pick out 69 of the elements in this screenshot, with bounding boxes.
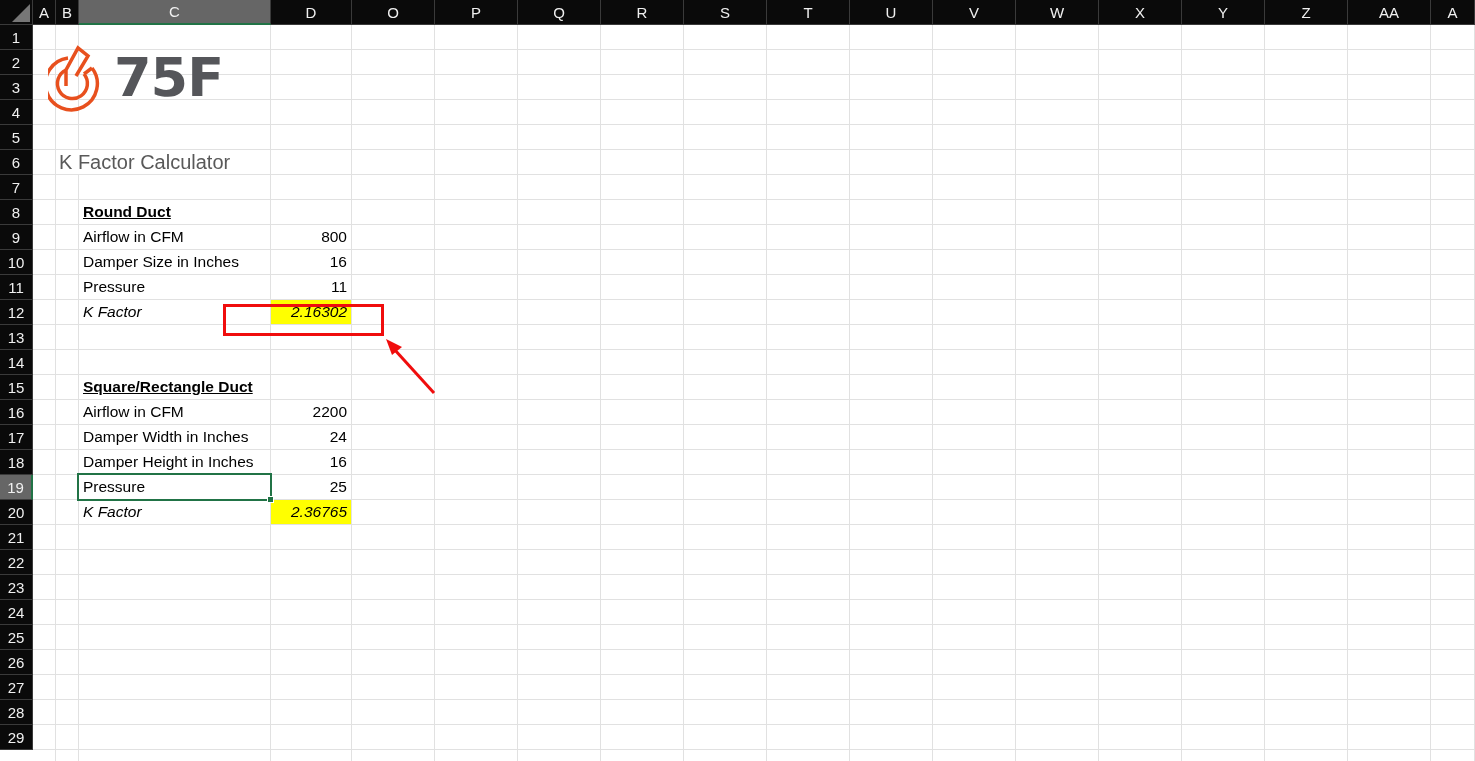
field-value: 16 [328,252,348,272]
row-header[interactable]: 20 [0,500,33,525]
row-header[interactable]: 5 [0,125,33,150]
callout-arrow [384,337,438,395]
column-header[interactable]: O [352,0,435,25]
column-header[interactable]: A [33,0,56,25]
column-header[interactable]: A [1431,0,1475,25]
field-label: K Factor [82,302,143,322]
field-label: Pressure [82,277,147,297]
row-header[interactable]: 6 [0,150,33,175]
row-header[interactable]: 23 [0,575,33,600]
column-header[interactable]: Y [1182,0,1265,25]
row-header[interactable]: 11 [0,275,33,300]
row-header[interactable]: 24 [0,600,33,625]
logo: 75F [48,40,224,116]
row-header[interactable]: 19 [0,475,33,500]
row-header[interactable]: 22 [0,550,33,575]
field-label: K Factor [82,502,143,522]
column-header[interactable]: B [56,0,79,25]
column-header[interactable]: T [767,0,850,25]
column-header[interactable]: U [850,0,933,25]
row-header[interactable]: 15 [0,375,33,400]
section-heading: Square/Rectangle Duct [82,377,254,397]
row-header[interactable]: 18 [0,450,33,475]
column-header[interactable]: C [79,0,271,25]
column-header[interactable]: X [1099,0,1182,25]
highlighted-value-cell: 2.36765 [271,500,351,524]
row-header[interactable]: 21 [0,525,33,550]
field-value: 800 [320,227,348,247]
select-all-corner[interactable] [0,0,33,25]
row-header[interactable]: 28 [0,700,33,725]
row-header[interactable]: 4 [0,100,33,125]
corner-triangle-icon [12,4,30,22]
row-header[interactable]: 2 [0,50,33,75]
column-header[interactable]: V [933,0,1016,25]
column-header[interactable]: Z [1265,0,1348,25]
field-label: Airflow in CFM [82,227,185,247]
column-header[interactable]: R [601,0,684,25]
row-header[interactable]: 7 [0,175,33,200]
section-heading: Round Duct [82,202,172,222]
field-label: Damper Width in Inches [82,427,250,447]
row-header[interactable]: 12 [0,300,33,325]
row-header[interactable]: 1 [0,25,33,50]
row-header[interactable]: 26 [0,650,33,675]
row-header[interactable]: 8 [0,200,33,225]
column-header[interactable]: Q [518,0,601,25]
field-value: 11 [329,277,348,297]
field-value: 16 [328,452,348,472]
field-label: Damper Height in Inches [82,452,255,472]
row-header[interactable]: 9 [0,225,33,250]
field-label: Airflow in CFM [82,402,185,422]
field-value: 25 [328,477,348,497]
column-header[interactable]: S [684,0,767,25]
row-header[interactable]: 25 [0,625,33,650]
row-header[interactable]: 16 [0,400,33,425]
field-value: 24 [328,427,348,447]
field-label: Damper Size in Inches [82,252,240,272]
field-value: 2200 [311,402,348,422]
row-header[interactable]: 29 [0,725,33,750]
row-header[interactable]: 10 [0,250,33,275]
row-header[interactable]: 17 [0,425,33,450]
column-header[interactable]: D [271,0,352,25]
row-header[interactable]: 3 [0,75,33,100]
column-header[interactable]: W [1016,0,1099,25]
row-header[interactable]: 13 [0,325,33,350]
row-header[interactable]: 27 [0,675,33,700]
column-header[interactable]: AA [1348,0,1431,25]
column-header[interactable]: P [435,0,518,25]
row-header[interactable]: 14 [0,350,33,375]
